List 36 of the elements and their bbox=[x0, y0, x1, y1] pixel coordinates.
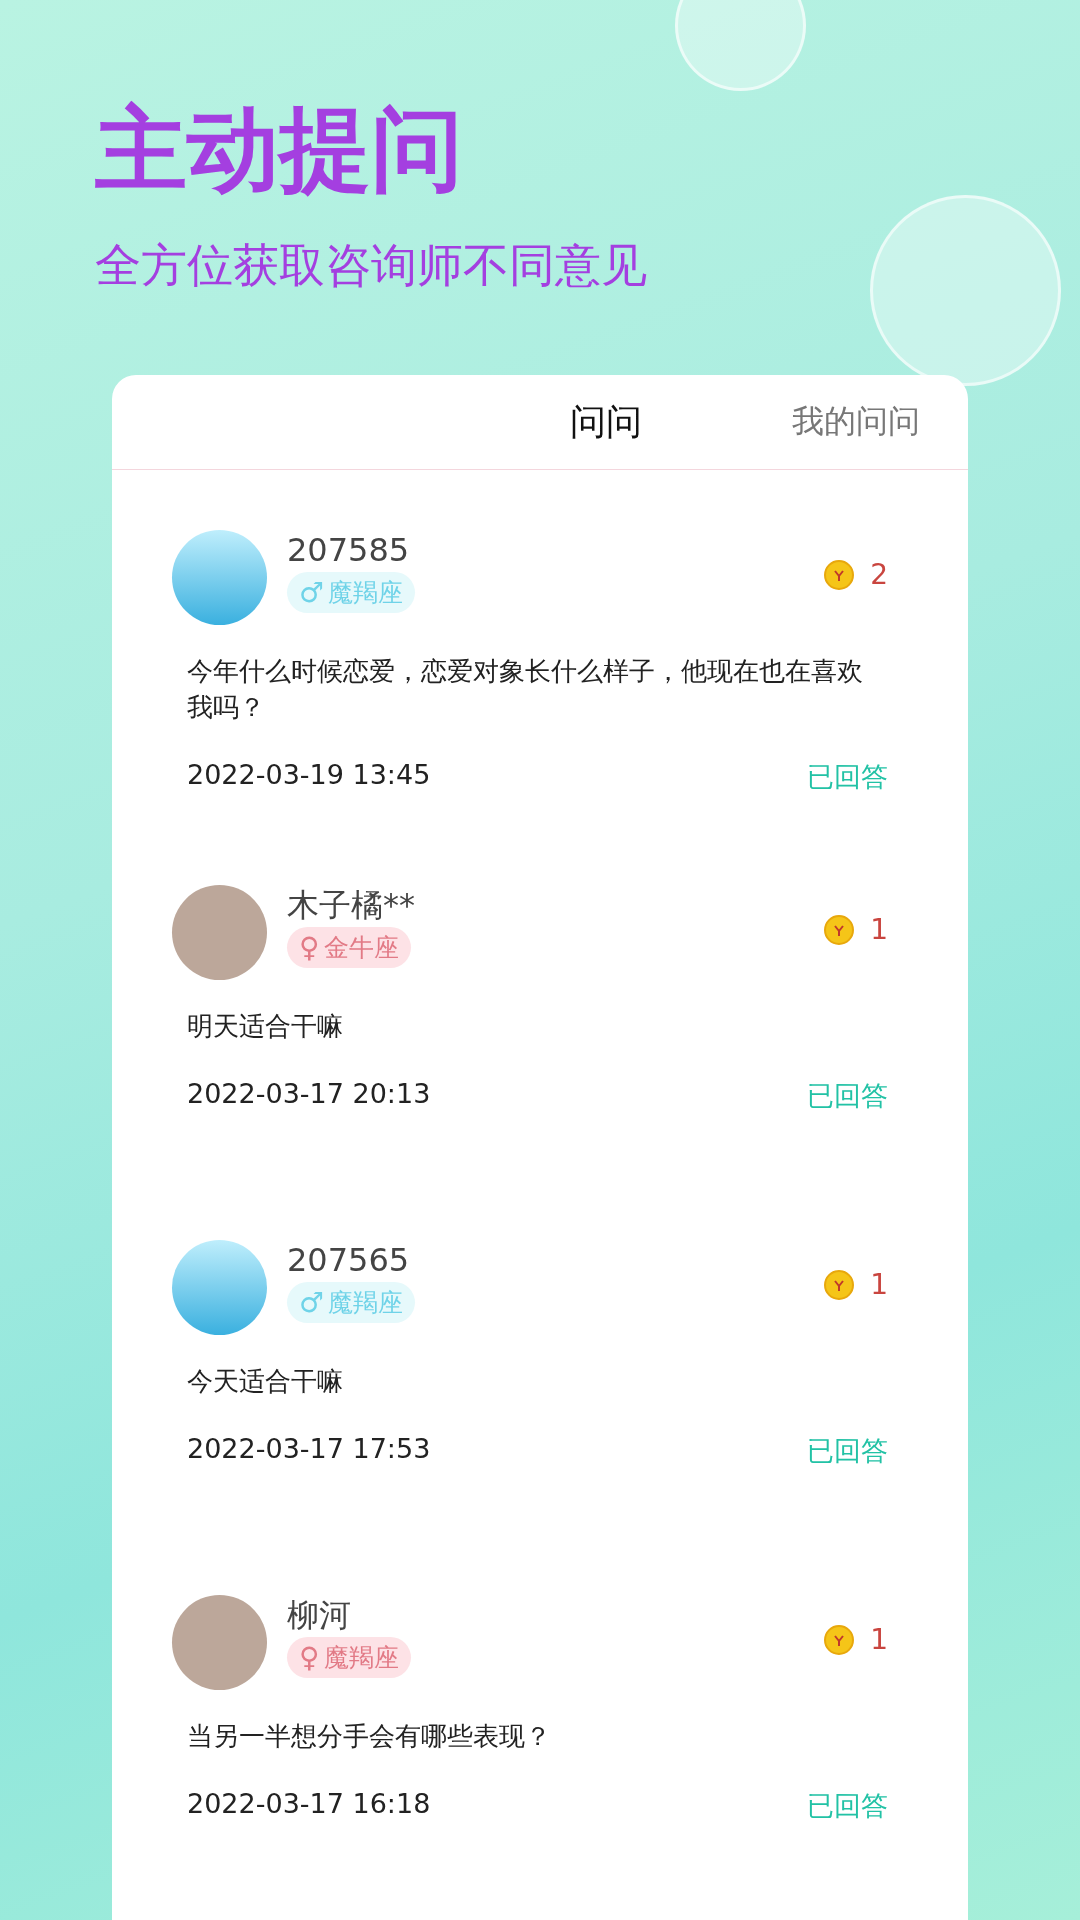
answer-status: 已回答 bbox=[807, 760, 888, 794]
user-name: 207565 bbox=[287, 1240, 411, 1280]
question-time: 2022-03-19 13:45 bbox=[187, 759, 431, 792]
gender-symbol: ♂ bbox=[299, 576, 325, 609]
coin-icon bbox=[824, 1269, 855, 1300]
coin-count: 1 bbox=[870, 913, 888, 946]
zodiac-sign: 金牛座 bbox=[323, 932, 399, 964]
question-time: 2022-03-17 20:13 bbox=[187, 1078, 431, 1111]
zodiac-sign: 魔羯座 bbox=[323, 1642, 399, 1674]
zodiac-sign: 魔羯座 bbox=[328, 577, 404, 609]
tab[interactable]: 问问 bbox=[570, 397, 642, 447]
coin-icon bbox=[824, 559, 855, 590]
question-text[interactable]: 当另一半想分手会有哪些表现？ bbox=[187, 1718, 878, 1754]
coin-count: 1 bbox=[870, 1623, 888, 1656]
question-text[interactable]: 明天适合干嘛 bbox=[187, 1008, 878, 1044]
coin-count: 1 bbox=[870, 1268, 888, 1301]
coin-icon bbox=[824, 914, 855, 945]
answer-status: 已回答 bbox=[807, 1789, 888, 1823]
question-time: 2022-03-17 16:18 bbox=[187, 1788, 431, 1821]
question-time: 2022-03-17 17:53 bbox=[187, 1433, 431, 1466]
user-name: 木子橘** bbox=[287, 885, 416, 925]
answer-status: 已回答 bbox=[807, 1434, 888, 1468]
tab[interactable]: 我的问问 bbox=[792, 400, 920, 444]
subheadline: 全方位获取咨询师不同意见 bbox=[95, 237, 648, 294]
zodiac-sign: 魔羯座 bbox=[328, 1287, 404, 1319]
gender-symbol: ♀ bbox=[299, 1641, 320, 1674]
user-name: 柳河 bbox=[287, 1595, 352, 1635]
gender-symbol: ♂ bbox=[299, 1286, 325, 1319]
question-text[interactable]: 今天适合干嘛 bbox=[187, 1363, 878, 1399]
question-text[interactable]: 今年什么时候恋爱，恋爱对象长什么样子，他现在也在喜欢我吗？ bbox=[187, 653, 878, 725]
user-name: 207585 bbox=[287, 530, 411, 570]
headline: 主动提问 bbox=[95, 95, 464, 205]
coin-icon bbox=[824, 1624, 855, 1655]
coin-count: 2 bbox=[870, 558, 888, 591]
answer-status: 已回答 bbox=[807, 1079, 888, 1113]
gender-symbol: ♀ bbox=[299, 931, 320, 964]
